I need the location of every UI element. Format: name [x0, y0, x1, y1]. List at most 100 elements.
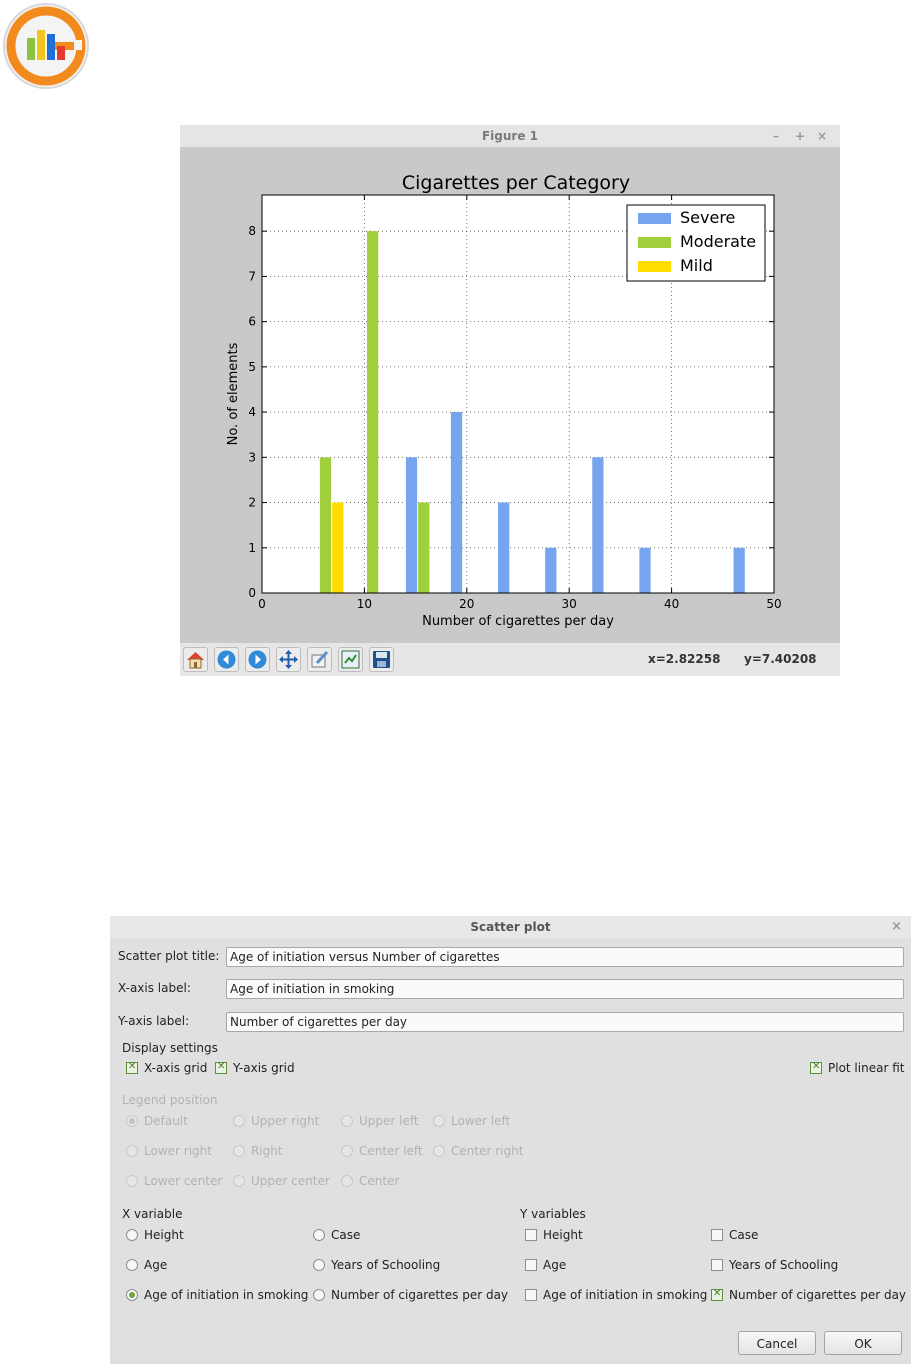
radio-icon [233, 1145, 245, 1157]
chart-title: Cigarettes per Category [402, 172, 630, 194]
checkbox-icon [525, 1259, 537, 1271]
minimize-button[interactable]: – [773, 125, 779, 147]
legend-swatch-moderate [638, 237, 671, 248]
radio-icon [433, 1115, 445, 1127]
bar-moderate [319, 457, 332, 593]
bar-severe [450, 412, 463, 593]
bar-severe [405, 457, 418, 593]
figure-titlebar: Figure 1 – + × [180, 125, 840, 147]
checkbox-icon [525, 1289, 537, 1301]
bar-severe [592, 457, 604, 593]
checkbox-icon [525, 1229, 537, 1241]
bar-severe [498, 502, 510, 593]
figure-window: Figure 1 – + × 0 10 20 30 40 50 0 1 2 3 4 5 6 7 8 Ciga… [180, 125, 840, 676]
home-button[interactable] [183, 647, 208, 672]
cancel-button[interactable]: Cancel [738, 1331, 816, 1355]
y-tick-label: 4 [248, 405, 256, 419]
y-tick-label: 1 [248, 541, 256, 555]
bar-severe [639, 547, 651, 593]
checkbox-icon [711, 1229, 723, 1241]
x-tick-label: 50 [766, 597, 781, 611]
home-icon [187, 652, 204, 669]
checkbox-icon [711, 1259, 723, 1271]
forward-button[interactable] [245, 647, 270, 672]
radio-icon [126, 1145, 138, 1157]
bar-severe [545, 547, 557, 593]
x-axis-grid-check-icon [126, 1061, 138, 1074]
radio-icon [126, 1259, 138, 1271]
y-axis-label-label: Y-axis label: [118, 1014, 190, 1028]
x-axis-label-label: X-axis label: [118, 981, 191, 995]
legend-swatch-mild [638, 261, 671, 272]
y-axis-label-input[interactable] [226, 1012, 904, 1032]
radio-icon [313, 1229, 325, 1241]
ok-button[interactable]: OK [824, 1331, 902, 1355]
pan-button[interactable] [276, 647, 301, 672]
bar-mild [332, 502, 344, 593]
legend-label-severe: Severe [680, 208, 735, 227]
x-axis-label-input[interactable] [226, 979, 904, 999]
y-tick-label: 7 [248, 269, 256, 283]
radio-icon [341, 1115, 353, 1127]
x-tick-label: 40 [664, 597, 679, 611]
save-disk-icon [373, 651, 390, 668]
y-tick-label: 6 [248, 315, 256, 329]
checkbox-icon [711, 1288, 723, 1301]
dialog-titlebar: Scatter plot × [110, 916, 911, 938]
bar-moderate [418, 502, 430, 593]
radio-icon [233, 1115, 245, 1127]
y-tick-label: 2 [248, 496, 256, 510]
y-tick-label: 3 [248, 450, 256, 464]
radio-icon [313, 1289, 325, 1301]
zoom-rect-icon [311, 650, 329, 668]
radio-icon [126, 1175, 138, 1187]
y-axis-label: No. of elements [226, 342, 241, 445]
radio-icon [126, 1289, 138, 1301]
subplots-config-icon [341, 650, 360, 669]
figure-title: Figure 1 [481, 129, 539, 143]
radio-icon [341, 1145, 353, 1157]
bar-severe [733, 547, 745, 593]
x-tick-label: 30 [562, 597, 577, 611]
y-coordinate-readout: y=7.40208 [744, 652, 817, 666]
x-coordinate-readout: x=2.82258 [648, 652, 721, 666]
legend-swatch-severe [638, 213, 671, 224]
radio-icon [126, 1229, 138, 1241]
zoom-button[interactable] [307, 647, 332, 672]
chart-logo-icon [3, 3, 89, 89]
back-arrow-icon [217, 650, 236, 669]
legend: Severe Moderate Mild [626, 204, 766, 282]
bar-chart: 0 10 20 30 40 50 0 1 2 3 4 5 6 7 8 Cigarettes per Cate… [226, 172, 782, 629]
radio-icon [233, 1175, 245, 1187]
x-variable-heading: X variable [122, 1207, 183, 1221]
bar-moderate [366, 231, 379, 593]
back-button[interactable] [214, 647, 239, 672]
pan-arrows-icon [279, 650, 298, 669]
maximize-button[interactable]: + [795, 125, 805, 147]
dialog-close-button[interactable]: × [891, 916, 902, 938]
display-settings-heading: Display settings [122, 1041, 218, 1055]
y-variables-heading: Y variables [520, 1207, 586, 1221]
legend-label-moderate: Moderate [680, 232, 756, 251]
y-tick-label: 0 [248, 586, 256, 600]
save-button[interactable] [369, 647, 394, 672]
y-axis-grid-check-icon [215, 1061, 227, 1074]
radio-icon [341, 1175, 353, 1187]
y-tick-label: 5 [248, 360, 256, 374]
close-button[interactable]: × [817, 125, 827, 147]
y-tick-label: 8 [248, 224, 256, 238]
radio-icon [433, 1145, 445, 1157]
radio-icon [313, 1259, 325, 1271]
subplots-button[interactable] [338, 647, 363, 672]
x-tick-label: 20 [459, 597, 474, 611]
plot-linear-fit-check-icon [810, 1061, 822, 1074]
legend-position-heading: Legend position [122, 1093, 218, 1107]
x-tick-label: 10 [357, 597, 372, 611]
scatter-plot-dialog: Scatter plot × Scatter plot title: X-axi… [110, 916, 911, 1364]
dialog-title: Scatter plot [470, 920, 551, 934]
x-axis-label: Number of cigarettes per day [422, 614, 614, 629]
radio-icon [126, 1115, 138, 1127]
figure-toolbar: x=2.82258 y=7.40208 [180, 643, 840, 676]
scatter-title-input[interactable] [226, 947, 904, 967]
forward-arrow-icon [248, 650, 267, 669]
